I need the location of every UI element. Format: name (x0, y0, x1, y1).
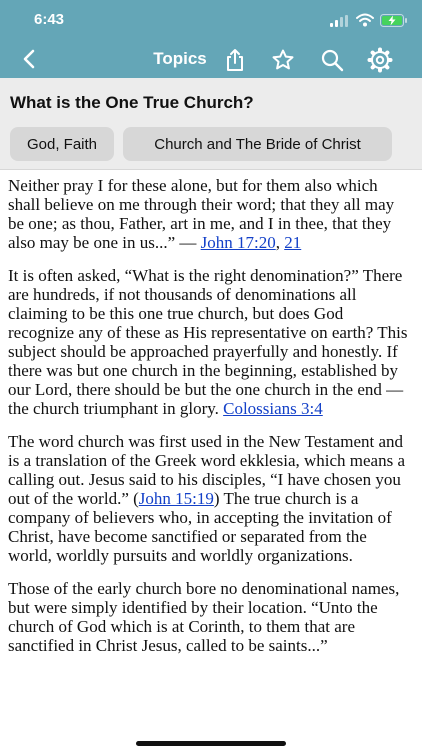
scripture-link-john-17-21[interactable]: 21 (284, 233, 301, 252)
paragraph: Those of the early church bore no denomi… (8, 579, 400, 655)
paragraph: Neither pray I for these alone, but for … (8, 176, 395, 252)
article-body: Neither pray I for these alone, but for … (8, 176, 408, 669)
share-button[interactable] (221, 46, 249, 74)
star-icon (272, 49, 294, 70)
topic-header: What is the One True Church? God, Faith … (0, 78, 422, 170)
app-header: 6:43 Topics (0, 0, 422, 78)
battery-charging-icon (380, 14, 407, 27)
share-icon (227, 49, 243, 71)
wifi-icon (356, 13, 374, 27)
navigation-bar: Topics (0, 40, 422, 78)
category-chip-god-faith[interactable]: God, Faith (10, 127, 114, 161)
search-icon (321, 49, 344, 72)
category-chip-church-bride[interactable]: Church and The Bride of Christ (123, 127, 392, 161)
back-button[interactable] (14, 44, 44, 74)
cellular-signal-icon (330, 15, 348, 27)
home-indicator[interactable] (136, 741, 286, 746)
paragraph: The word church was first used in the Ne… (8, 432, 406, 565)
search-button[interactable] (318, 46, 346, 74)
status-time: 6:43 (34, 11, 65, 28)
settings-button[interactable] (366, 46, 394, 74)
paragraph: It is often asked, “What is the right de… (8, 266, 408, 418)
scripture-link-colossians-3-4[interactable]: Colossians 3:4 (223, 399, 323, 418)
scripture-link-john-17-20[interactable]: John 17:20 (201, 233, 276, 252)
favorite-button[interactable] (269, 46, 297, 74)
gear-icon (367, 47, 393, 73)
scripture-link-john-15-19[interactable]: John 15:19 (139, 489, 214, 508)
nav-title: Topics (153, 49, 207, 68)
chevron-left-icon (23, 49, 35, 69)
status-bar: 6:43 (0, 0, 422, 40)
page-title: What is the One True Church? (10, 93, 254, 112)
